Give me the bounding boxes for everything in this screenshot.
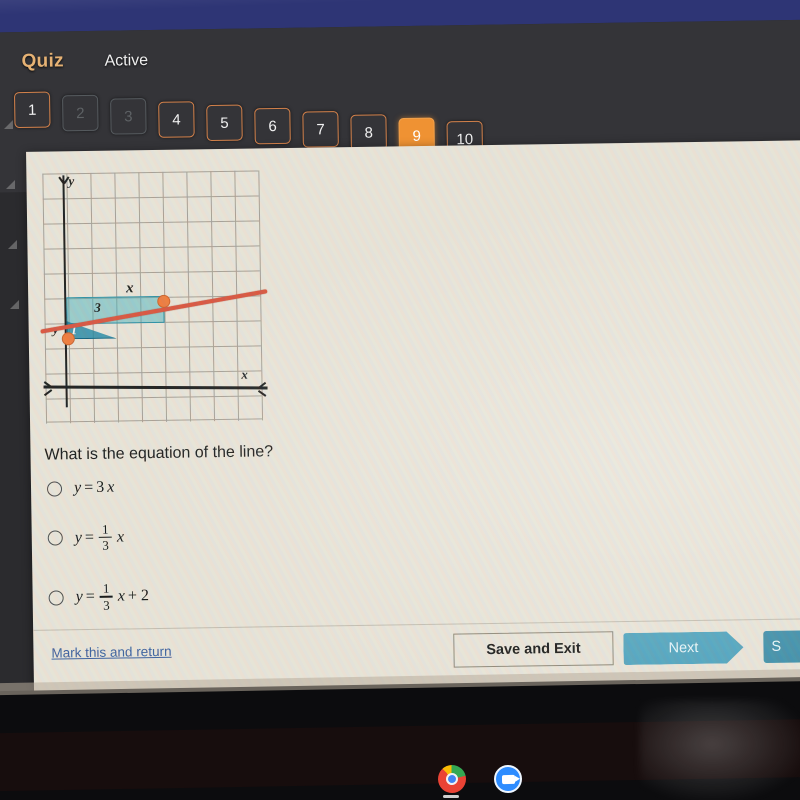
answer-options: y = 3 x y = 1 3 x y = 1 3 x + 2 bbox=[46, 472, 569, 638]
option-a-lhs: y bbox=[73, 479, 82, 497]
answer-option-b[interactable]: y = 1 3 x bbox=[47, 516, 568, 554]
answer-option-a-equation: y = 3 x bbox=[74, 479, 115, 498]
option-a-coef: 3 bbox=[96, 478, 105, 496]
question-button-7[interactable]: 7 bbox=[302, 111, 339, 148]
grid-h-3 bbox=[43, 245, 260, 251]
next-button[interactable]: Next bbox=[623, 631, 743, 665]
page-title: Quiz bbox=[21, 50, 65, 73]
grid-h-0 bbox=[42, 170, 259, 176]
answer-option-c[interactable]: y = 1 3 x + 2 bbox=[48, 575, 568, 613]
option-b-numerator: 1 bbox=[101, 521, 109, 537]
grid-h-4 bbox=[43, 270, 260, 276]
graph-point-intercept bbox=[61, 332, 75, 346]
chrome-active-indicator bbox=[443, 795, 459, 798]
grid-h-1 bbox=[42, 195, 259, 201]
y-axis-label: y bbox=[68, 173, 75, 189]
option-a-eq: = bbox=[84, 478, 94, 497]
radio-button-c[interactable] bbox=[48, 589, 64, 606]
run-value: 3 bbox=[94, 299, 101, 315]
grid-h-8 bbox=[45, 370, 262, 376]
option-c-denominator: 3 bbox=[103, 597, 110, 613]
question-button-4[interactable]: 4 bbox=[158, 101, 195, 138]
mark-this-and-return-link[interactable]: Mark this and return bbox=[51, 644, 171, 661]
question-button-6[interactable]: 6 bbox=[254, 107, 291, 145]
video-camera-icon bbox=[501, 774, 515, 784]
status-badge: Active bbox=[104, 52, 149, 70]
question-button-3: 3 bbox=[110, 98, 147, 135]
keyboard-marker-4 bbox=[10, 300, 19, 309]
question-button-1[interactable]: 1 bbox=[13, 91, 51, 129]
option-c-var: x bbox=[117, 587, 126, 605]
screen-glare bbox=[640, 700, 800, 800]
answer-option-a[interactable]: y = 3 x bbox=[46, 472, 567, 498]
grid-h-2 bbox=[43, 220, 260, 226]
answer-option-c-equation: y = 1 3 x + 2 bbox=[75, 581, 150, 613]
keyboard-marker-3 bbox=[8, 240, 17, 249]
grid-h-9 bbox=[45, 395, 262, 401]
laptop-photo: Quiz Active 1 2 3 4 5 6 7 8 9 10 y x x 3… bbox=[0, 0, 800, 800]
answer-option-b-equation: y = 1 3 x bbox=[74, 521, 125, 554]
question-content-card: y x x 3 y 1 What is the equation of the bbox=[26, 140, 800, 692]
option-a-var: x bbox=[107, 478, 115, 496]
option-c-numerator: 1 bbox=[102, 581, 110, 597]
option-b-var: x bbox=[116, 528, 125, 546]
question-button-2: 2 bbox=[62, 94, 99, 132]
grid-h-7 bbox=[44, 345, 261, 351]
grid-h-10 bbox=[46, 418, 263, 424]
radio-button-b[interactable] bbox=[47, 530, 63, 546]
option-c-eq: = bbox=[85, 587, 95, 606]
option-c-constant: + 2 bbox=[127, 587, 150, 605]
radio-button-a[interactable] bbox=[46, 480, 63, 497]
x-axis bbox=[43, 385, 268, 390]
submit-button[interactable]: S bbox=[763, 629, 800, 664]
coordinate-graph: y x x 3 y 1 bbox=[40, 166, 284, 434]
option-b-fraction: 1 3 bbox=[98, 521, 112, 554]
option-b-lhs: y bbox=[74, 528, 82, 546]
run-label: x bbox=[125, 280, 134, 297]
keyboard-marker-2 bbox=[6, 180, 15, 189]
option-c-lhs: y bbox=[75, 588, 83, 606]
question-button-8[interactable]: 8 bbox=[350, 114, 387, 151]
option-c-fraction: 1 3 bbox=[99, 581, 113, 613]
quiz-header: Quiz Active 1 2 3 4 5 6 7 8 9 10 bbox=[0, 21, 800, 159]
option-b-denominator: 3 bbox=[102, 538, 109, 554]
graph-point-second bbox=[157, 294, 171, 308]
question-text: What is the equation of the line? bbox=[44, 443, 274, 464]
question-button-5[interactable]: 5 bbox=[206, 104, 243, 142]
save-and-exit-button[interactable]: Save and Exit bbox=[453, 631, 614, 668]
option-b-eq: = bbox=[84, 528, 95, 546]
x-axis-label: x bbox=[241, 366, 248, 382]
